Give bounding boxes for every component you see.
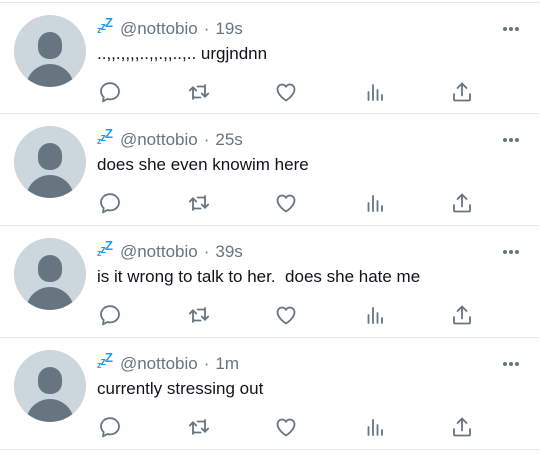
tweet-handle[interactable]: @nottobio <box>120 130 198 150</box>
avatar[interactable] <box>14 350 86 422</box>
avatar[interactable] <box>14 238 86 310</box>
stats-icon[interactable] <box>362 414 388 440</box>
sleeping-zzz-icon: zzZ <box>97 15 113 35</box>
tweet-text: is it wrong to talk to her. does she hat… <box>97 267 421 286</box>
tweet-text: does she even knowim here <box>97 155 309 174</box>
retweet-icon[interactable] <box>186 302 212 328</box>
sleeping-zzz-icon: zzZ <box>97 350 113 370</box>
tweet-handle[interactable]: @nottobio <box>120 354 198 374</box>
retweet-icon[interactable] <box>186 190 212 216</box>
avatar[interactable] <box>14 126 86 198</box>
stats-icon[interactable] <box>362 302 388 328</box>
reply-icon[interactable] <box>97 79 123 105</box>
reply-icon[interactable] <box>97 190 123 216</box>
tweet-handle[interactable]: @nottobio <box>120 19 198 39</box>
reply-icon[interactable] <box>97 302 123 328</box>
tweet-time[interactable]: 25s <box>215 130 242 150</box>
tweet-actions <box>0 414 540 442</box>
tweet[interactable]: zzZ @nottobio · 19s ..,,.,,,,..,,.,,..,.… <box>0 2 540 114</box>
meta-separator: · <box>203 19 210 38</box>
avatar-head <box>38 143 62 170</box>
tweet[interactable]: zzZ @nottobio · 39s is it wrong to talk … <box>0 226 540 338</box>
stats-icon[interactable] <box>362 190 388 216</box>
tweet-meta: zzZ @nottobio · 25s <box>97 126 243 151</box>
tweet[interactable]: zzZ @nottobio · 1m currently stressing o… <box>0 338 540 450</box>
tweet-feed: zzZ @nottobio · 19s ..,,.,,,,..,,.,,..,.… <box>0 0 540 454</box>
sleeping-zzz-icon: zzZ <box>97 238 113 258</box>
tweet-actions <box>0 190 540 218</box>
tweet-meta: zzZ @nottobio · 39s <box>97 238 243 263</box>
heart-icon[interactable] <box>273 190 299 216</box>
tweet-actions <box>0 302 540 330</box>
tweet-time[interactable]: 19s <box>215 19 242 39</box>
avatar-head <box>38 32 62 59</box>
more-icon[interactable] <box>502 132 520 142</box>
share-icon[interactable] <box>449 79 475 105</box>
more-icon[interactable] <box>502 21 520 31</box>
retweet-icon[interactable] <box>186 414 212 440</box>
share-icon[interactable] <box>449 190 475 216</box>
meta-separator: · <box>203 354 210 373</box>
heart-icon[interactable] <box>273 79 299 105</box>
tweet-time[interactable]: 1m <box>215 354 239 374</box>
retweet-icon[interactable] <box>186 79 212 105</box>
tweet-meta: zzZ @nottobio · 19s <box>97 15 243 40</box>
share-icon[interactable] <box>449 302 475 328</box>
share-icon[interactable] <box>449 414 475 440</box>
tweet-handle[interactable]: @nottobio <box>120 242 198 262</box>
avatar-head <box>38 367 62 394</box>
tweet-actions <box>0 79 540 107</box>
more-icon[interactable] <box>502 244 520 254</box>
sleeping-zzz-icon: zzZ <box>97 126 113 146</box>
more-icon[interactable] <box>502 356 520 366</box>
meta-separator: · <box>203 130 210 149</box>
avatar-head <box>38 255 62 282</box>
heart-icon[interactable] <box>273 302 299 328</box>
stats-icon[interactable] <box>362 79 388 105</box>
tweet-text: ..,,.,,,,..,,.,,..,.. urgjndnn <box>97 44 268 63</box>
tweet-meta: zzZ @nottobio · 1m <box>97 350 239 375</box>
meta-separator: · <box>203 242 210 261</box>
tweet-text: currently stressing out <box>97 379 264 398</box>
avatar[interactable] <box>14 15 86 87</box>
reply-icon[interactable] <box>97 414 123 440</box>
tweet[interactable]: zzZ @nottobio · 25s does she even knowim… <box>0 114 540 226</box>
tweet-time[interactable]: 39s <box>215 242 242 262</box>
heart-icon[interactable] <box>273 414 299 440</box>
